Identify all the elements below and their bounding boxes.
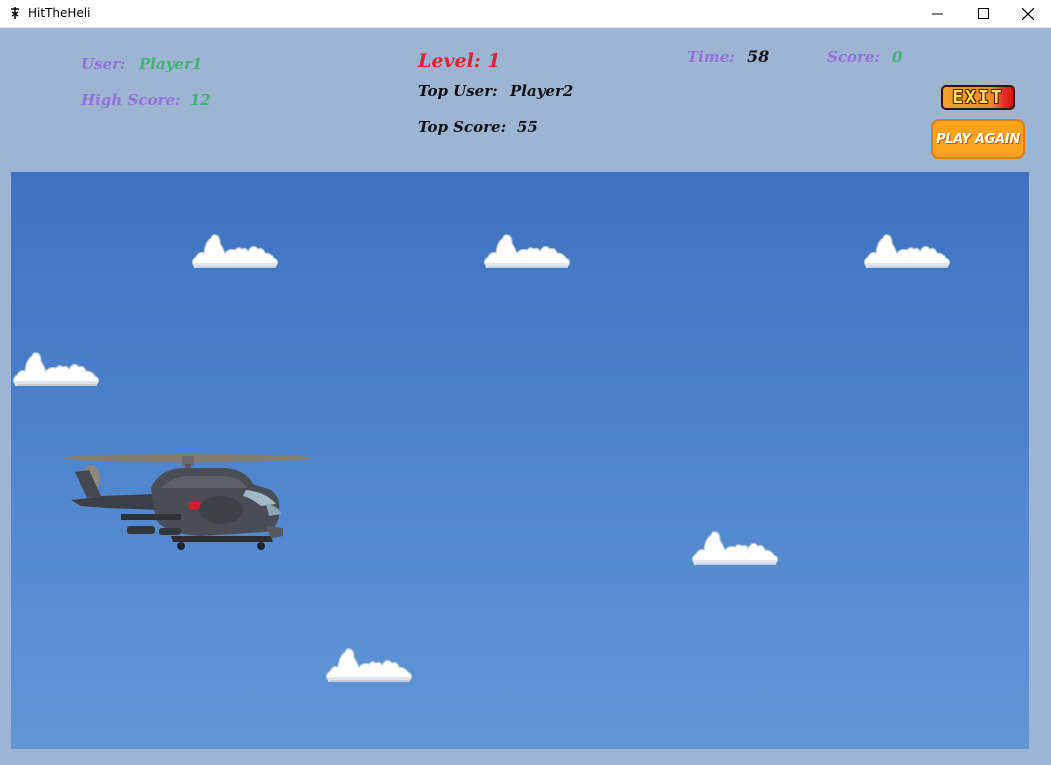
- top-user-value: Player2: [510, 82, 574, 100]
- score-label: Score:: [827, 48, 880, 66]
- cloud: [482, 226, 572, 271]
- cloud: [690, 523, 780, 568]
- close-button[interactable]: [1005, 0, 1051, 27]
- cloud: [11, 344, 101, 389]
- user-label: User:: [81, 55, 126, 73]
- high-score-label: High Score:: [81, 91, 181, 109]
- time-value: 58: [747, 47, 770, 66]
- title-bar: HitTheHeli: [0, 0, 1051, 28]
- high-score-value: 12: [190, 91, 211, 109]
- close-icon: [1022, 7, 1034, 20]
- level-indicator: Level: 1: [418, 50, 501, 72]
- cloud: [862, 226, 952, 271]
- top-score-label: Top Score:: [418, 118, 507, 136]
- helicopter[interactable]: [61, 448, 317, 568]
- top-score-value: 55: [517, 118, 538, 136]
- time-label: Time:: [687, 48, 735, 66]
- exit-button-label: EXIT: [952, 87, 1004, 108]
- app-icon: [11, 7, 19, 19]
- score-value: 0: [892, 48, 903, 66]
- minimize-icon: [931, 13, 943, 15]
- top-user-label: Top User:: [418, 82, 498, 100]
- window-title: HitTheHeli: [28, 6, 91, 20]
- minimize-button[interactable]: [914, 0, 960, 27]
- cloud: [324, 640, 414, 685]
- exit-button[interactable]: EXIT: [941, 85, 1015, 110]
- maximize-button[interactable]: [960, 0, 1006, 27]
- play-again-button-label: PLAY AGAIN: [936, 131, 1020, 147]
- cloud: [190, 226, 280, 271]
- play-again-button[interactable]: PLAY AGAIN: [931, 119, 1025, 159]
- user-value: Player1: [139, 55, 203, 73]
- maximize-icon: [977, 8, 989, 19]
- game-area[interactable]: [11, 172, 1029, 749]
